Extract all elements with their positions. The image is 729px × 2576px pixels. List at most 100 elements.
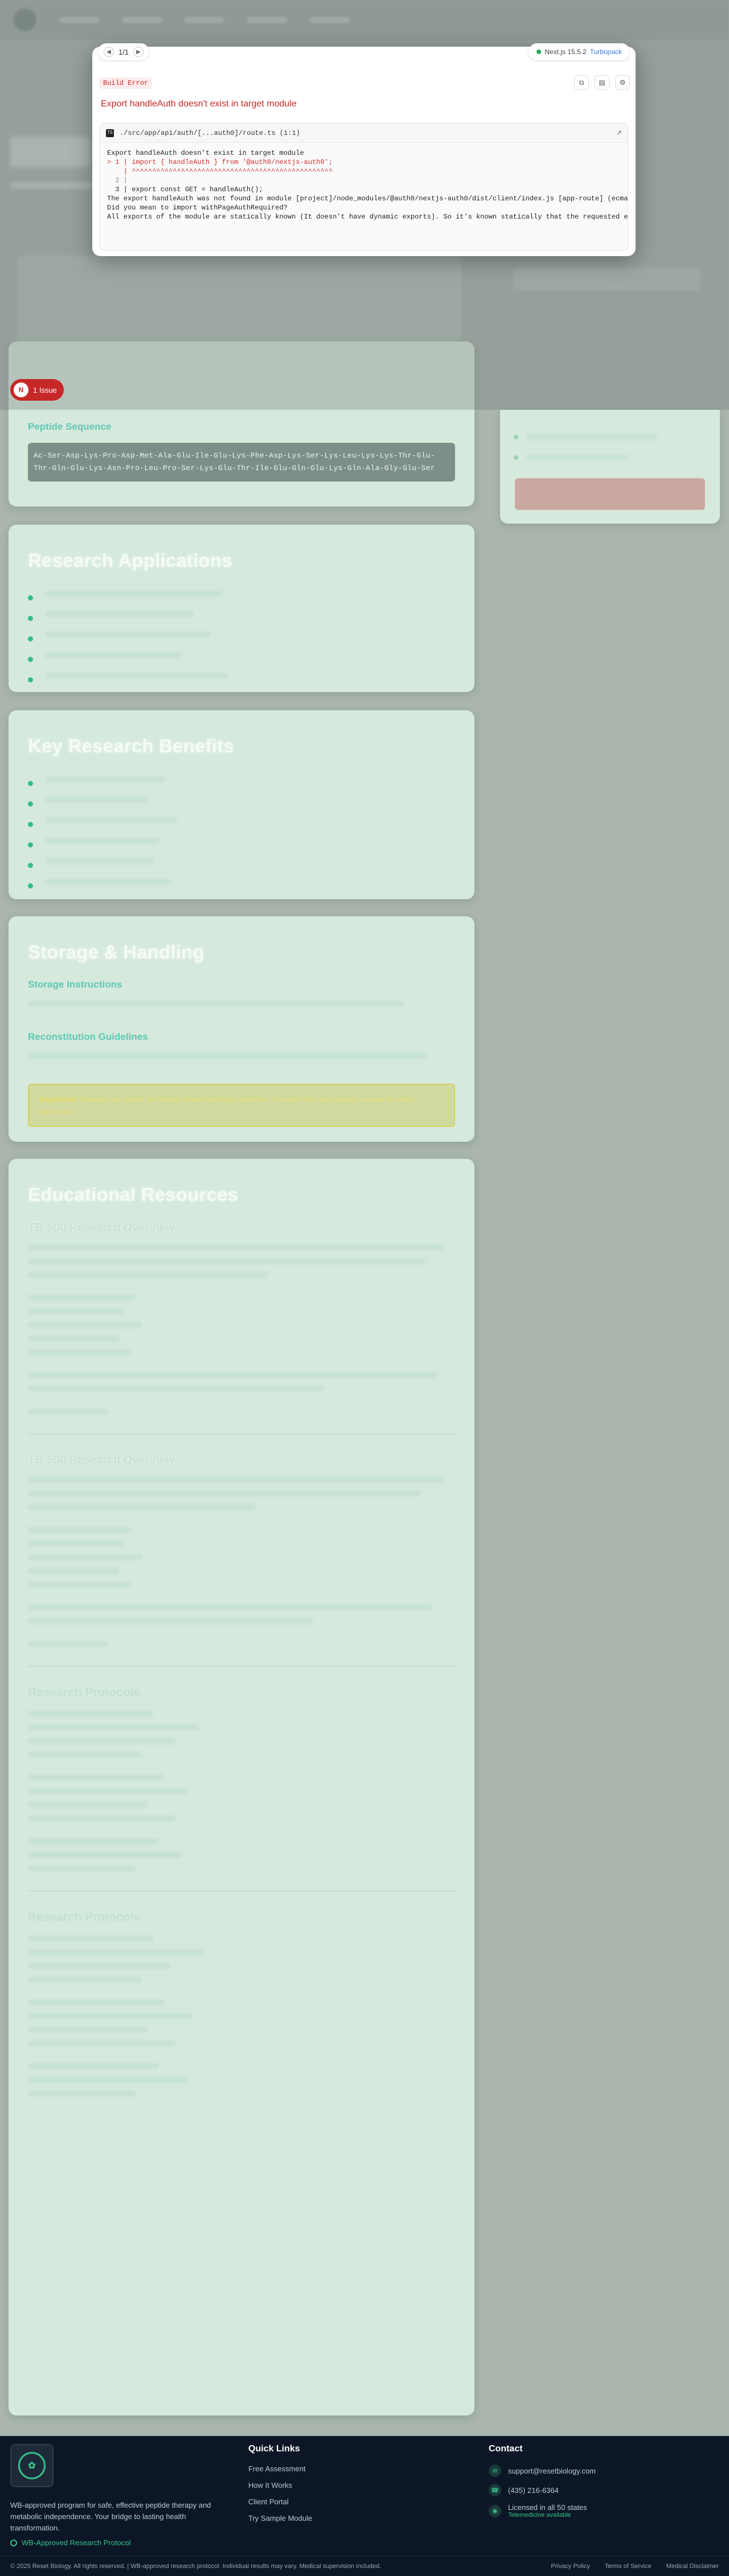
file-path[interactable]: ./src/app/api/auth/[...auth0]/route.ts (… (120, 129, 300, 137)
feature-line (526, 455, 629, 460)
bullet-icon (28, 677, 33, 682)
bullet-icon (28, 801, 33, 806)
phone-icon: ☎ (489, 2484, 501, 2496)
open-in-editor-icon[interactable]: ↗ (616, 129, 622, 137)
bullet-icon (28, 883, 33, 888)
code-line: Did you mean to import withPageAuthRequi… (107, 204, 288, 212)
footer-description: WB-approved program for safe, effective … (10, 2501, 211, 2532)
footer-logo[interactable]: ✿ (10, 2444, 54, 2487)
code-line: 2 | (107, 176, 128, 184)
reconstitution-heading: Reconstitution Guidelines (28, 1031, 148, 1042)
email-text: support@resetbiology.com (508, 2466, 596, 2475)
code-line: All exports of the module are statically… (107, 213, 628, 221)
location-icon: ◉ (489, 2504, 501, 2517)
list-item (28, 649, 455, 669)
list-item (28, 793, 455, 814)
contact-phone[interactable]: ☎ (435) 216-6364 (489, 2484, 596, 2496)
order-sidebar (500, 410, 720, 524)
error-page-count: 1/1 (118, 47, 129, 56)
resource-heading: TB-500 Research Overview (28, 1221, 174, 1234)
footer-link-disclaimer[interactable]: Medical Disclaimer (666, 2563, 719, 2570)
file-icon: TS (106, 129, 114, 137)
footer-link-sample-module[interactable]: Try Sample Module (248, 2514, 312, 2522)
section-title: Storage & Handling (28, 941, 204, 962)
nextjs-logo-icon: N (14, 382, 28, 397)
build-error-badge: Build Error (99, 77, 153, 89)
code-line: | ^^^^^^^^^^^^^^^^^^^^^^^^^^^^^^^^^^^^^^… (107, 167, 333, 175)
contact-title: Contact (489, 2444, 523, 2454)
issues-indicator-button[interactable]: N 1 Issue (10, 379, 64, 401)
code-frame-header: TS ./src/app/api/auth/[...auth0]/route.t… (100, 124, 628, 143)
list-item (28, 628, 455, 649)
status-dot-icon (536, 50, 542, 54)
check-icon (514, 435, 518, 439)
code-frame: TS ./src/app/api/auth/[...auth0]/route.t… (100, 123, 628, 250)
footer-link-client-portal[interactable]: Client Portal (248, 2497, 312, 2506)
chevron-left-icon[interactable]: ◀ (104, 47, 114, 57)
warning-text: Always use sterile technique when handli… (39, 1094, 415, 1116)
footer-bottom-bar: © 2025 Reset Biology. All rights reserve… (0, 2556, 729, 2576)
order-button[interactable] (515, 478, 705, 510)
section-title: Research Applications (28, 550, 232, 571)
list-item (28, 608, 455, 628)
list-item (28, 814, 455, 834)
quick-links-title: Quick Links (248, 2444, 300, 2454)
issue-count-label: 1 Issue (33, 385, 57, 394)
section-title: Key Research Benefits (28, 735, 234, 756)
storage-instructions-heading: Storage Instructions (28, 979, 122, 990)
code-line: > 1 | import { handleAuth } from '@auth0… (107, 158, 333, 166)
settings-icon[interactable]: ⚙ (615, 75, 630, 90)
shield-icon (10, 2539, 17, 2546)
list-item (28, 875, 455, 896)
educational-resources-card: Educational Resources TB-500 Research Ov… (9, 1159, 474, 2415)
protocol-badge: WB-Approved Research Protocol (10, 2538, 130, 2547)
quick-links: Quick Links Free Assessment How It Works… (248, 2444, 312, 2530)
check-icon (514, 455, 518, 460)
contact-section: Contact ✉ support@resetbiology.com ☎ (435)… (489, 2444, 596, 2525)
footer-link-privacy[interactable]: Privacy Policy (551, 2563, 589, 2570)
nextjs-version-badge[interactable]: Next.js 15.5.2 Turbopack (529, 43, 630, 60)
footer-link-how-it-works[interactable]: How It Works (248, 2481, 312, 2489)
copy-icon[interactable]: ⧉ (574, 75, 589, 90)
code-frame-body: Export handleAuth doesn't exist in targe… (100, 143, 628, 227)
copyright-text: © 2025 Reset Biology. All rights reserve… (10, 2563, 382, 2570)
docs-icon[interactable]: ▤ (595, 75, 609, 90)
license-text: Licensed in all 50 states (508, 2503, 587, 2512)
site-footer: ✿ WB-approved program for safe, effectiv… (0, 2436, 729, 2576)
code-line: 3 | export const GET = handleAuth(); (107, 186, 263, 194)
bullet-icon (28, 862, 33, 868)
contact-email[interactable]: ✉ support@resetbiology.com (489, 2464, 596, 2477)
bullet-icon (28, 780, 33, 786)
bullet-icon (28, 842, 33, 847)
phone-text: (435) 216-6364 (508, 2486, 559, 2495)
warning-label: Important: (39, 1094, 79, 1104)
list-item (28, 669, 455, 690)
list-item (28, 855, 455, 875)
bullet-icon (28, 615, 33, 621)
bullet-icon (28, 656, 33, 662)
telemedicine-text: Telemedicine available (508, 2512, 571, 2519)
protocol-badge-text: WB-Approved Research Protocol (22, 2538, 131, 2547)
dialog-toolbar: ⧉ ▤ ⚙ (574, 75, 630, 90)
safety-warning: Important: Always use sterile technique … (28, 1084, 455, 1127)
peptide-sequence: Ac-Ser-Asp-Lys-Pro-Asp-Met-Ala-Glu-Ile-G… (28, 443, 455, 482)
chevron-right-icon[interactable]: ▶ (133, 47, 144, 57)
section-title: Educational Resources (28, 1184, 239, 1205)
storage-card: Storage & Handling Storage Instructions … (9, 916, 474, 1142)
error-pager: ◀ 1/1 ▶ (98, 43, 150, 60)
error-title: Export handleAuth doesn't exist in targe… (101, 99, 297, 109)
feature-line (526, 434, 657, 440)
resource-heading: TB-500 Research Overview (28, 1454, 174, 1466)
bullet-icon (28, 595, 33, 600)
footer-link-terms[interactable]: Terms of Service (605, 2563, 652, 2570)
list-item (28, 773, 455, 793)
resource-heading: Research Protocols (28, 1911, 141, 1924)
bullet-icon (28, 821, 33, 827)
contact-license: ◉ Licensed in all 50 states Telemedicine a… (489, 2503, 596, 2519)
bundler-name: Turbopack (589, 48, 622, 56)
bullet-icon (28, 636, 33, 641)
list-item (28, 834, 455, 855)
code-line: The export handleAuth was not found in m… (107, 195, 628, 203)
footer-link-free-assessment[interactable]: Free Assessment (248, 2464, 312, 2473)
mail-icon: ✉ (489, 2464, 501, 2477)
